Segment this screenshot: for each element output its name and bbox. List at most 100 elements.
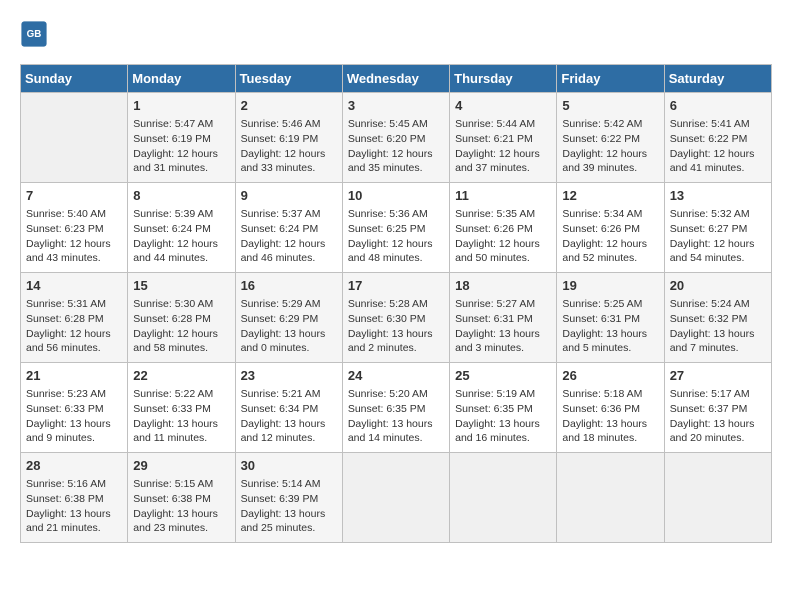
day-number: 27: [670, 367, 766, 385]
day-info: Sunrise: 5:25 AM Sunset: 6:31 PM Dayligh…: [562, 297, 658, 356]
day-number: 6: [670, 97, 766, 115]
calendar-cell: 19 Sunrise: 5:25 AM Sunset: 6:31 PM Dayli…: [557, 273, 664, 363]
day-number: 18: [455, 277, 551, 295]
calendar-table: SundayMondayTuesdayWednesdayThursdayFrid…: [20, 64, 772, 543]
day-info: Sunrise: 5:44 AM Sunset: 6:21 PM Dayligh…: [455, 117, 551, 176]
calendar-cell: 17Sunrise: 5:28 AM Sunset: 6:30 PM Dayli…: [342, 273, 449, 363]
day-number: 1: [133, 97, 229, 115]
day-number: 25: [455, 367, 551, 385]
day-header-thursday: Thursday: [450, 65, 557, 93]
calendar-cell: 23 Sunrise: 5:21 AM Sunset: 6:34 PM Dayli…: [235, 363, 342, 453]
day-info: Sunrise: 5:14 AM Sunset: 6:39 PM Dayligh…: [241, 477, 337, 536]
day-info: Sunrise: 5:31 AM Sunset: 6:28 PM Dayligh…: [26, 297, 122, 356]
day-number: 14: [26, 277, 122, 295]
day-number: 13: [670, 187, 766, 205]
calendar-cell: 1 Sunrise: 5:47 AM Sunset: 6:19 PM Daylig…: [128, 93, 235, 183]
day-info: Sunrise: 5:18 AM Sunset: 6:36 PM Dayligh…: [562, 387, 658, 446]
day-number: 15: [133, 277, 229, 295]
calendar-cell: 7 Sunrise: 5:40 AM Sunset: 6:23 PM Daylig…: [21, 183, 128, 273]
calendar-cell: 30Sunrise: 5:14 AM Sunset: 6:39 PM Dayli…: [235, 453, 342, 543]
calendar-cell: [450, 453, 557, 543]
calendar-cell: [664, 453, 771, 543]
day-number: 20: [670, 277, 766, 295]
calendar-cell: 24 Sunrise: 5:20 AM Sunset: 6:35 PM Dayli…: [342, 363, 449, 453]
day-number: 10: [348, 187, 444, 205]
header: GB: [20, 20, 772, 48]
calendar-cell: 3Sunrise: 5:45 AM Sunset: 6:20 PM Daylig…: [342, 93, 449, 183]
calendar-cell: 26 Sunrise: 5:18 AM Sunset: 6:36 PM Dayli…: [557, 363, 664, 453]
day-number: 9: [241, 187, 337, 205]
day-info: Sunrise: 5:34 AM Sunset: 6:26 PM Dayligh…: [562, 207, 658, 266]
day-info: Sunrise: 5:46 AM Sunset: 6:19 PM Dayligh…: [241, 117, 337, 176]
logo-icon: GB: [20, 20, 48, 48]
day-header-tuesday: Tuesday: [235, 65, 342, 93]
day-info: Sunrise: 5:32 AM Sunset: 6:27 PM Dayligh…: [670, 207, 766, 266]
day-info: Sunrise: 5:22 AM Sunset: 6:33 PM Dayligh…: [133, 387, 229, 446]
calendar-cell: 25 Sunrise: 5:19 AM Sunset: 6:35 PM Dayli…: [450, 363, 557, 453]
calendar-cell: 27 Sunrise: 5:17 AM Sunset: 6:37 PM Dayli…: [664, 363, 771, 453]
day-info: Sunrise: 5:23 AM Sunset: 6:33 PM Dayligh…: [26, 387, 122, 446]
day-number: 16: [241, 277, 337, 295]
day-info: Sunrise: 5:45 AM Sunset: 6:20 PM Dayligh…: [348, 117, 444, 176]
calendar-cell: 8 Sunrise: 5:39 AM Sunset: 6:24 PM Daylig…: [128, 183, 235, 273]
calendar-cell: 16 Sunrise: 5:29 AM Sunset: 6:29 PM Dayli…: [235, 273, 342, 363]
day-number: 19: [562, 277, 658, 295]
day-header-friday: Friday: [557, 65, 664, 93]
day-number: 24: [348, 367, 444, 385]
calendar-cell: 21 Sunrise: 5:23 AM Sunset: 6:33 PM Dayli…: [21, 363, 128, 453]
day-info: Sunrise: 5:36 AM Sunset: 6:25 PM Dayligh…: [348, 207, 444, 266]
calendar-cell: 20 Sunrise: 5:24 AM Sunset: 6:32 PM Dayli…: [664, 273, 771, 363]
calendar-cell: [342, 453, 449, 543]
calendar-cell: 10 Sunrise: 5:36 AM Sunset: 6:25 PM Dayli…: [342, 183, 449, 273]
day-number: 7: [26, 187, 122, 205]
day-header-wednesday: Wednesday: [342, 65, 449, 93]
day-info: Sunrise: 5:21 AM Sunset: 6:34 PM Dayligh…: [241, 387, 337, 446]
day-header-sunday: Sunday: [21, 65, 128, 93]
calendar-cell: 9 Sunrise: 5:37 AM Sunset: 6:24 PM Daylig…: [235, 183, 342, 273]
calendar-cell: 12 Sunrise: 5:34 AM Sunset: 6:26 PM Dayli…: [557, 183, 664, 273]
day-info: Sunrise: 5:42 AM Sunset: 6:22 PM Dayligh…: [562, 117, 658, 176]
calendar-cell: 18 Sunrise: 5:27 AM Sunset: 6:31 PM Dayli…: [450, 273, 557, 363]
day-number: 23: [241, 367, 337, 385]
day-number: 21: [26, 367, 122, 385]
logo: GB: [20, 20, 52, 48]
svg-text:GB: GB: [27, 29, 42, 40]
calendar-cell: [557, 453, 664, 543]
day-number: 12: [562, 187, 658, 205]
day-number: 5: [562, 97, 658, 115]
day-header-monday: Monday: [128, 65, 235, 93]
day-number: 26: [562, 367, 658, 385]
day-number: 8: [133, 187, 229, 205]
day-info: Sunrise: 5:17 AM Sunset: 6:37 PM Dayligh…: [670, 387, 766, 446]
day-number: 29: [133, 457, 229, 475]
day-number: 2: [241, 97, 337, 115]
day-info: Sunrise: 5:29 AM Sunset: 6:29 PM Dayligh…: [241, 297, 337, 356]
day-info: Sunrise: 5:39 AM Sunset: 6:24 PM Dayligh…: [133, 207, 229, 266]
day-info: Sunrise: 5:24 AM Sunset: 6:32 PM Dayligh…: [670, 297, 766, 356]
calendar-cell: 13 Sunrise: 5:32 AM Sunset: 6:27 PM Dayli…: [664, 183, 771, 273]
calendar-cell: 28 Sunrise: 5:16 AM Sunset: 6:38 PM Dayli…: [21, 453, 128, 543]
calendar-cell: 22 Sunrise: 5:22 AM Sunset: 6:33 PM Dayli…: [128, 363, 235, 453]
day-number: 11: [455, 187, 551, 205]
day-info: Sunrise: 5:41 AM Sunset: 6:22 PM Dayligh…: [670, 117, 766, 176]
day-info: Sunrise: 5:27 AM Sunset: 6:31 PM Dayligh…: [455, 297, 551, 356]
day-number: 28: [26, 457, 122, 475]
day-info: Sunrise: 5:40 AM Sunset: 6:23 PM Dayligh…: [26, 207, 122, 266]
day-number: 22: [133, 367, 229, 385]
day-info: Sunrise: 5:37 AM Sunset: 6:24 PM Dayligh…: [241, 207, 337, 266]
day-info: Sunrise: 5:30 AM Sunset: 6:28 PM Dayligh…: [133, 297, 229, 356]
day-number: 4: [455, 97, 551, 115]
day-info: Sunrise: 5:47 AM Sunset: 6:19 PM Dayligh…: [133, 117, 229, 176]
day-info: Sunrise: 5:20 AM Sunset: 6:35 PM Dayligh…: [348, 387, 444, 446]
calendar-cell: 15 Sunrise: 5:30 AM Sunset: 6:28 PM Dayli…: [128, 273, 235, 363]
day-info: Sunrise: 5:16 AM Sunset: 6:38 PM Dayligh…: [26, 477, 122, 536]
calendar-cell: 29 Sunrise: 5:15 AM Sunset: 6:38 PM Dayli…: [128, 453, 235, 543]
calendar-cell: [21, 93, 128, 183]
calendar-cell: 4 Sunrise: 5:44 AM Sunset: 6:21 PM Daylig…: [450, 93, 557, 183]
day-info: Sunrise: 5:19 AM Sunset: 6:35 PM Dayligh…: [455, 387, 551, 446]
calendar-cell: 5 Sunrise: 5:42 AM Sunset: 6:22 PM Daylig…: [557, 93, 664, 183]
day-info: Sunrise: 5:35 AM Sunset: 6:26 PM Dayligh…: [455, 207, 551, 266]
calendar-cell: 6 Sunrise: 5:41 AM Sunset: 6:22 PM Daylig…: [664, 93, 771, 183]
calendar-cell: 14 Sunrise: 5:31 AM Sunset: 6:28 PM Dayli…: [21, 273, 128, 363]
day-info: Sunrise: 5:15 AM Sunset: 6:38 PM Dayligh…: [133, 477, 229, 536]
